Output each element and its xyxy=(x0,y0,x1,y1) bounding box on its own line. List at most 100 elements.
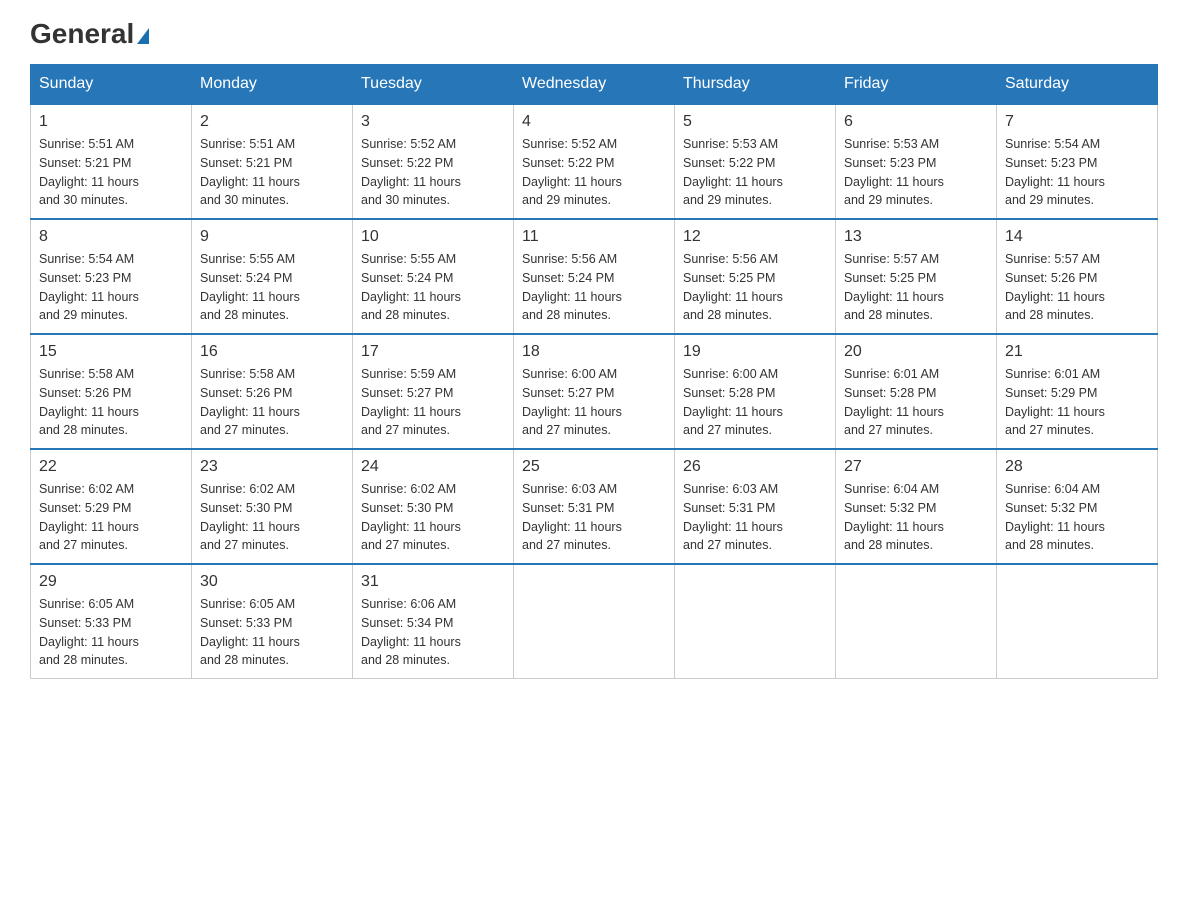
calendar-week-row: 15 Sunrise: 5:58 AM Sunset: 5:26 PM Dayl… xyxy=(31,334,1158,449)
calendar-cell: 14 Sunrise: 5:57 AM Sunset: 5:26 PM Dayl… xyxy=(997,219,1158,334)
day-number: 4 xyxy=(522,113,666,131)
calendar-cell: 4 Sunrise: 5:52 AM Sunset: 5:22 PM Dayli… xyxy=(514,104,675,219)
day-number: 31 xyxy=(361,573,505,591)
weekday-header-saturday: Saturday xyxy=(997,65,1158,105)
calendar-cell: 7 Sunrise: 5:54 AM Sunset: 5:23 PM Dayli… xyxy=(997,104,1158,219)
weekday-header-wednesday: Wednesday xyxy=(514,65,675,105)
calendar-cell: 13 Sunrise: 5:57 AM Sunset: 5:25 PM Dayl… xyxy=(836,219,997,334)
day-info: Sunrise: 5:55 AM Sunset: 5:24 PM Dayligh… xyxy=(200,250,344,325)
calendar-cell xyxy=(514,564,675,679)
calendar-cell xyxy=(675,564,836,679)
day-info: Sunrise: 5:53 AM Sunset: 5:22 PM Dayligh… xyxy=(683,135,827,210)
weekday-header-friday: Friday xyxy=(836,65,997,105)
calendar-cell: 18 Sunrise: 6:00 AM Sunset: 5:27 PM Dayl… xyxy=(514,334,675,449)
logo-general: General xyxy=(30,20,149,48)
day-number: 21 xyxy=(1005,343,1149,361)
calendar-week-row: 22 Sunrise: 6:02 AM Sunset: 5:29 PM Dayl… xyxy=(31,449,1158,564)
calendar-cell: 29 Sunrise: 6:05 AM Sunset: 5:33 PM Dayl… xyxy=(31,564,192,679)
day-info: Sunrise: 5:52 AM Sunset: 5:22 PM Dayligh… xyxy=(361,135,505,210)
day-info: Sunrise: 6:01 AM Sunset: 5:28 PM Dayligh… xyxy=(844,365,988,440)
day-info: Sunrise: 5:51 AM Sunset: 5:21 PM Dayligh… xyxy=(200,135,344,210)
day-info: Sunrise: 5:57 AM Sunset: 5:26 PM Dayligh… xyxy=(1005,250,1149,325)
calendar-cell: 25 Sunrise: 6:03 AM Sunset: 5:31 PM Dayl… xyxy=(514,449,675,564)
calendar-week-row: 1 Sunrise: 5:51 AM Sunset: 5:21 PM Dayli… xyxy=(31,104,1158,219)
logo: General xyxy=(30,20,149,44)
weekday-header-thursday: Thursday xyxy=(675,65,836,105)
calendar-cell: 20 Sunrise: 6:01 AM Sunset: 5:28 PM Dayl… xyxy=(836,334,997,449)
day-number: 14 xyxy=(1005,228,1149,246)
day-info: Sunrise: 6:03 AM Sunset: 5:31 PM Dayligh… xyxy=(522,480,666,555)
day-info: Sunrise: 6:02 AM Sunset: 5:29 PM Dayligh… xyxy=(39,480,183,555)
day-number: 29 xyxy=(39,573,183,591)
calendar-cell xyxy=(997,564,1158,679)
day-info: Sunrise: 6:00 AM Sunset: 5:28 PM Dayligh… xyxy=(683,365,827,440)
day-info: Sunrise: 5:54 AM Sunset: 5:23 PM Dayligh… xyxy=(1005,135,1149,210)
day-number: 13 xyxy=(844,228,988,246)
day-info: Sunrise: 5:51 AM Sunset: 5:21 PM Dayligh… xyxy=(39,135,183,210)
weekday-header-tuesday: Tuesday xyxy=(353,65,514,105)
calendar-cell: 10 Sunrise: 5:55 AM Sunset: 5:24 PM Dayl… xyxy=(353,219,514,334)
day-number: 18 xyxy=(522,343,666,361)
day-number: 15 xyxy=(39,343,183,361)
day-number: 1 xyxy=(39,113,183,131)
weekday-header-sunday: Sunday xyxy=(31,65,192,105)
day-info: Sunrise: 5:56 AM Sunset: 5:24 PM Dayligh… xyxy=(522,250,666,325)
day-number: 28 xyxy=(1005,458,1149,476)
day-number: 23 xyxy=(200,458,344,476)
calendar-cell: 26 Sunrise: 6:03 AM Sunset: 5:31 PM Dayl… xyxy=(675,449,836,564)
calendar-cell: 12 Sunrise: 5:56 AM Sunset: 5:25 PM Dayl… xyxy=(675,219,836,334)
day-number: 22 xyxy=(39,458,183,476)
day-info: Sunrise: 5:56 AM Sunset: 5:25 PM Dayligh… xyxy=(683,250,827,325)
day-number: 2 xyxy=(200,113,344,131)
page-header: General xyxy=(30,20,1158,44)
weekday-header-row: SundayMondayTuesdayWednesdayThursdayFrid… xyxy=(31,65,1158,105)
calendar-cell: 2 Sunrise: 5:51 AM Sunset: 5:21 PM Dayli… xyxy=(192,104,353,219)
day-info: Sunrise: 6:02 AM Sunset: 5:30 PM Dayligh… xyxy=(200,480,344,555)
day-info: Sunrise: 6:04 AM Sunset: 5:32 PM Dayligh… xyxy=(1005,480,1149,555)
day-info: Sunrise: 5:53 AM Sunset: 5:23 PM Dayligh… xyxy=(844,135,988,210)
day-number: 25 xyxy=(522,458,666,476)
calendar-cell: 22 Sunrise: 6:02 AM Sunset: 5:29 PM Dayl… xyxy=(31,449,192,564)
day-number: 10 xyxy=(361,228,505,246)
calendar-cell: 6 Sunrise: 5:53 AM Sunset: 5:23 PM Dayli… xyxy=(836,104,997,219)
day-number: 17 xyxy=(361,343,505,361)
day-number: 19 xyxy=(683,343,827,361)
day-number: 6 xyxy=(844,113,988,131)
day-number: 8 xyxy=(39,228,183,246)
day-number: 12 xyxy=(683,228,827,246)
day-number: 3 xyxy=(361,113,505,131)
day-info: Sunrise: 6:05 AM Sunset: 5:33 PM Dayligh… xyxy=(39,595,183,670)
calendar-cell: 9 Sunrise: 5:55 AM Sunset: 5:24 PM Dayli… xyxy=(192,219,353,334)
calendar-cell: 21 Sunrise: 6:01 AM Sunset: 5:29 PM Dayl… xyxy=(997,334,1158,449)
day-info: Sunrise: 6:04 AM Sunset: 5:32 PM Dayligh… xyxy=(844,480,988,555)
day-number: 30 xyxy=(200,573,344,591)
day-info: Sunrise: 5:58 AM Sunset: 5:26 PM Dayligh… xyxy=(200,365,344,440)
calendar-cell: 3 Sunrise: 5:52 AM Sunset: 5:22 PM Dayli… xyxy=(353,104,514,219)
calendar-cell: 5 Sunrise: 5:53 AM Sunset: 5:22 PM Dayli… xyxy=(675,104,836,219)
day-info: Sunrise: 6:03 AM Sunset: 5:31 PM Dayligh… xyxy=(683,480,827,555)
day-number: 16 xyxy=(200,343,344,361)
calendar-cell: 17 Sunrise: 5:59 AM Sunset: 5:27 PM Dayl… xyxy=(353,334,514,449)
calendar-cell xyxy=(836,564,997,679)
day-info: Sunrise: 5:55 AM Sunset: 5:24 PM Dayligh… xyxy=(361,250,505,325)
calendar-cell: 28 Sunrise: 6:04 AM Sunset: 5:32 PM Dayl… xyxy=(997,449,1158,564)
day-number: 5 xyxy=(683,113,827,131)
day-number: 7 xyxy=(1005,113,1149,131)
day-info: Sunrise: 6:05 AM Sunset: 5:33 PM Dayligh… xyxy=(200,595,344,670)
day-number: 9 xyxy=(200,228,344,246)
calendar-cell: 8 Sunrise: 5:54 AM Sunset: 5:23 PM Dayli… xyxy=(31,219,192,334)
calendar-week-row: 29 Sunrise: 6:05 AM Sunset: 5:33 PM Dayl… xyxy=(31,564,1158,679)
day-number: 24 xyxy=(361,458,505,476)
calendar-cell: 15 Sunrise: 5:58 AM Sunset: 5:26 PM Dayl… xyxy=(31,334,192,449)
day-info: Sunrise: 5:57 AM Sunset: 5:25 PM Dayligh… xyxy=(844,250,988,325)
calendar-cell: 24 Sunrise: 6:02 AM Sunset: 5:30 PM Dayl… xyxy=(353,449,514,564)
day-info: Sunrise: 5:54 AM Sunset: 5:23 PM Dayligh… xyxy=(39,250,183,325)
day-info: Sunrise: 6:00 AM Sunset: 5:27 PM Dayligh… xyxy=(522,365,666,440)
day-info: Sunrise: 5:52 AM Sunset: 5:22 PM Dayligh… xyxy=(522,135,666,210)
day-number: 11 xyxy=(522,228,666,246)
day-info: Sunrise: 6:06 AM Sunset: 5:34 PM Dayligh… xyxy=(361,595,505,670)
calendar-cell: 11 Sunrise: 5:56 AM Sunset: 5:24 PM Dayl… xyxy=(514,219,675,334)
day-info: Sunrise: 5:58 AM Sunset: 5:26 PM Dayligh… xyxy=(39,365,183,440)
weekday-header-monday: Monday xyxy=(192,65,353,105)
day-number: 26 xyxy=(683,458,827,476)
